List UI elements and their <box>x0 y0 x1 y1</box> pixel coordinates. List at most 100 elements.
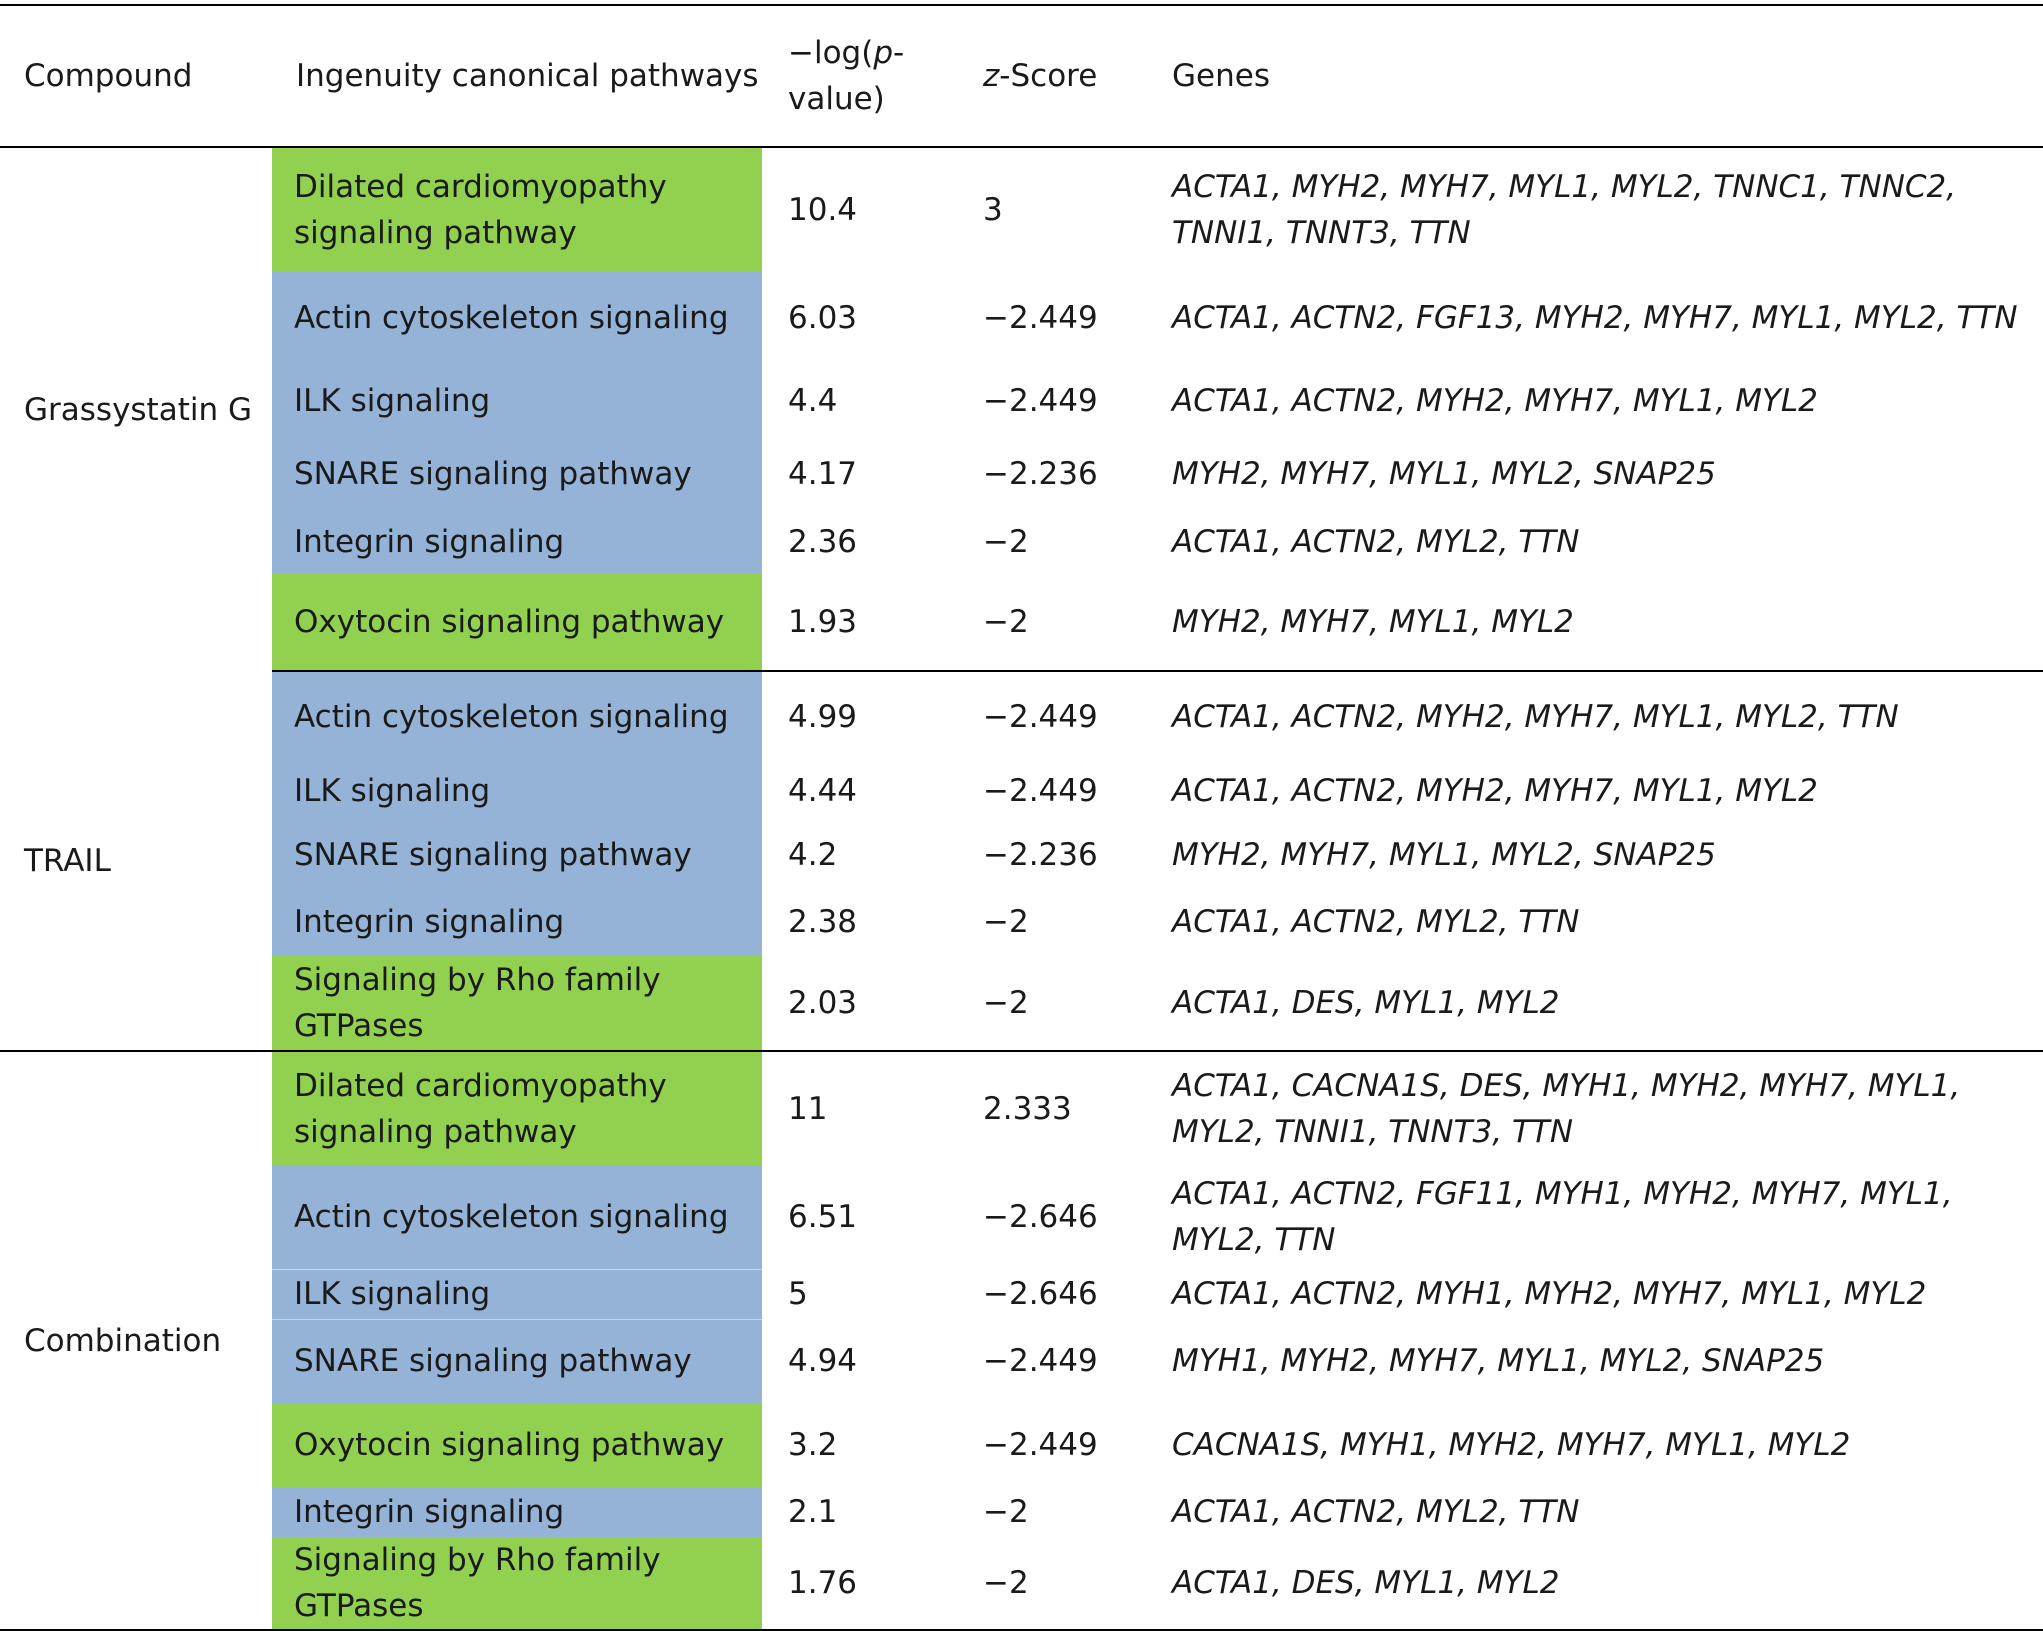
table-row: TRAIL Actin cytoskeleton signaling 4.99 … <box>0 671 2043 1052</box>
z-score-cell: −2.646 <box>983 1276 1098 1312</box>
compound-cell: Combination <box>0 1051 272 1631</box>
log-p-cell: 2.1 <box>788 1494 838 1530</box>
pathway-cell: SNARE signaling pathway <box>272 437 762 511</box>
genes-cell: ACTA1, DES, MYL1, MYL2 <box>1152 1537 2043 1631</box>
table-row: Combination Dilated cardiomyopathy signa… <box>0 1051 2043 1631</box>
genes-cell: ACTA1, ACTN2, MYH2, MYH7, MYL1, MYL2, TT… <box>1172 698 1899 735</box>
table-row: ILK signaling 5 −2.646 ACTA1, ACTN2, MYH… <box>0 1269 2043 1319</box>
genes-cell: ACTA1, ACTN2, FGF11, MYH1, MYH2, MYH7, M… <box>1172 1176 1953 1258</box>
log-p-cell: 4.44 <box>788 773 858 809</box>
table-body: Grassystatin G Dilated cardiomyopathy si… <box>0 147 2043 1631</box>
table-row: Oxytocin signaling pathway 1.93 −2 MYH2,… <box>0 573 2043 672</box>
z-score-cell: −2.236 <box>983 456 1098 492</box>
pathway-cell: Dilated cardiomyopathy signaling pathway <box>272 1051 762 1165</box>
table-row: Signaling by Rho family GTPases 2.03 −2 … <box>0 955 2043 1052</box>
z-score-cell: −2 <box>957 573 1152 672</box>
pathway-cell: Actin cytoskeleton signaling <box>272 1165 762 1269</box>
pathway-table: Compound Ingenuity canonical pathways −l… <box>0 4 2043 1631</box>
compound-cell: TRAIL <box>0 671 272 1052</box>
z-score-cell: −2.236 <box>983 837 1098 873</box>
genes-cell: MYH1, MYH2, MYH7, MYL1, MYL2, SNAP25 <box>1172 1343 1825 1379</box>
pathway-cell: SNARE signaling pathway <box>272 1319 762 1403</box>
table-row: SNARE signaling pathway 4.17 −2.236 MYH2… <box>0 437 2043 511</box>
log-p-cell: 2.03 <box>762 955 957 1052</box>
genes-cell: MYH2, MYH7, MYL1, MYL2 <box>1152 573 2043 672</box>
genes-cell: ACTA1, MYH2, MYH7, MYL1, MYL2, TNNC1, TN… <box>1172 168 1957 251</box>
table-row: Integrin signaling 2.38 −2 ACTA1, ACTN2,… <box>0 889 2043 955</box>
header-pathways: Ingenuity canonical pathways <box>272 4 762 148</box>
z-score-cell: −2.449 <box>983 773 1098 809</box>
table-row: Integrin signaling 2.36 −2 ACTA1, ACTN2,… <box>0 511 2043 573</box>
pathway-cell: Actin cytoskeleton signaling <box>272 271 762 365</box>
z-score-cell: −2.449 <box>983 1427 1098 1463</box>
header-compound: Compound <box>0 4 272 148</box>
log-p-cell: 6.03 <box>788 300 858 336</box>
log-p-cell: 1.93 <box>762 573 957 672</box>
log-p-cell: 4.17 <box>788 456 858 492</box>
z-score-cell: −2.449 <box>983 300 1098 336</box>
log-p-cell: 10.4 <box>788 191 858 228</box>
genes-cell: ACTA1, ACTN2, MYL2, TTN <box>1172 524 1580 560</box>
table-row: Actin cytoskeleton signaling 6.51 −2.646… <box>0 1165 2043 1269</box>
log-p-cell: 4.2 <box>788 837 838 873</box>
document-page: Compound Ingenuity canonical pathways −l… <box>0 0 2043 1631</box>
table-row: ILK signaling 4.44 −2.449 ACTA1, ACTN2, … <box>0 761 2043 821</box>
pathway-cell: Integrin signaling <box>272 511 762 573</box>
genes-cell: ACTA1, ACTN2, MYL2, TTN <box>1172 1494 1580 1530</box>
table-row: Signaling by Rho family GTPases 1.76 −2 … <box>0 1537 2043 1631</box>
z-score-cell: 3 <box>983 191 1003 228</box>
table-row: ILK signaling 4.4 −2.449 ACTA1, ACTN2, M… <box>0 365 2043 437</box>
table-row: SNARE signaling pathway 4.2 −2.236 MYH2,… <box>0 821 2043 889</box>
log-p-cell: 3.2 <box>788 1427 838 1463</box>
genes-cell: ACTA1, ACTN2, MYH1, MYH2, MYH7, MYL1, MY… <box>1172 1276 1927 1312</box>
z-score-cell: −2.449 <box>983 698 1098 735</box>
table-row: Oxytocin signaling pathway 3.2 −2.449 CA… <box>0 1403 2043 1487</box>
genes-cell: ACTA1, CACNA1S, DES, MYH1, MYH2, MYH7, M… <box>1172 1067 1961 1150</box>
table-row: SNARE signaling pathway 4.94 −2.449 MYH1… <box>0 1319 2043 1403</box>
z-score-cell: −2.449 <box>983 383 1098 419</box>
z-score-cell: −2 <box>957 1537 1152 1631</box>
log-p-cell: 4.94 <box>788 1343 858 1379</box>
table-row: Integrin signaling 2.1 −2 ACTA1, ACTN2, … <box>0 1487 2043 1537</box>
pathway-cell: Oxytocin signaling pathway <box>272 573 762 672</box>
z-score-cell: −2 <box>983 524 1029 560</box>
pathway-cell: Signaling by Rho family GTPases <box>272 955 762 1052</box>
log-p-cell: 2.36 <box>788 524 858 560</box>
pathway-cell: ILK signaling <box>272 365 762 437</box>
genes-cell: ACTA1, ACTN2, MYH2, MYH7, MYL1, MYL2 <box>1172 383 1818 419</box>
log-p-cell: 6.51 <box>788 1199 858 1235</box>
header-z-score: z-Score <box>957 4 1152 148</box>
pathway-cell: Signaling by Rho family GTPases <box>272 1537 762 1631</box>
pathway-cell: Integrin signaling <box>272 1487 762 1537</box>
z-score-cell: −2 <box>957 955 1152 1052</box>
header-log-p-value: −log(p-value) <box>762 4 957 148</box>
pathway-cell: Oxytocin signaling pathway <box>272 1403 762 1487</box>
table-row: Grassystatin G Dilated cardiomyopathy si… <box>0 147 2043 428</box>
log-p-cell: 11 <box>788 1090 828 1127</box>
z-score-cell: 2.333 <box>983 1090 1072 1127</box>
z-score-cell: −2.646 <box>983 1199 1098 1235</box>
genes-cell: ACTA1, DES, MYL1, MYL2 <box>1152 955 2043 1052</box>
log-p-cell: 1.76 <box>762 1537 957 1631</box>
z-score-cell: −2.449 <box>983 1343 1098 1379</box>
z-score-cell: −2 <box>983 1494 1029 1530</box>
pathway-cell: Dilated cardiomyopathy signaling pathway <box>272 147 762 271</box>
table-header-row: Compound Ingenuity canonical pathways −l… <box>0 4 2043 148</box>
genes-cell: ACTA1, ACTN2, MYL2, TTN <box>1172 904 1580 940</box>
pathway-cell: Actin cytoskeleton signaling <box>272 671 762 761</box>
log-p-cell: 2.38 <box>788 904 858 940</box>
genes-cell: ACTA1, ACTN2, FGF13, MYH2, MYH7, MYL1, M… <box>1172 300 2018 336</box>
pathway-cell: Integrin signaling <box>272 889 762 955</box>
header-genes: Genes <box>1152 4 2043 148</box>
genes-cell: ACTA1, ACTN2, MYH2, MYH7, MYL1, MYL2 <box>1172 773 1818 809</box>
genes-cell: CACNA1S, MYH1, MYH2, MYH7, MYL1, MYL2 <box>1172 1427 1851 1463</box>
z-score-cell: −2 <box>983 904 1029 940</box>
log-p-cell: 5 <box>788 1276 808 1312</box>
genes-cell: MYH2, MYH7, MYL1, MYL2, SNAP25 <box>1172 456 1716 492</box>
compound-cell: Grassystatin G <box>24 391 253 428</box>
log-p-cell: 4.99 <box>788 698 858 735</box>
pathway-cell: ILK signaling <box>272 1269 762 1319</box>
genes-cell: MYH2, MYH7, MYL1, MYL2, SNAP25 <box>1172 837 1716 873</box>
log-p-cell: 4.4 <box>788 383 838 419</box>
pathway-cell: SNARE signaling pathway <box>272 821 762 889</box>
